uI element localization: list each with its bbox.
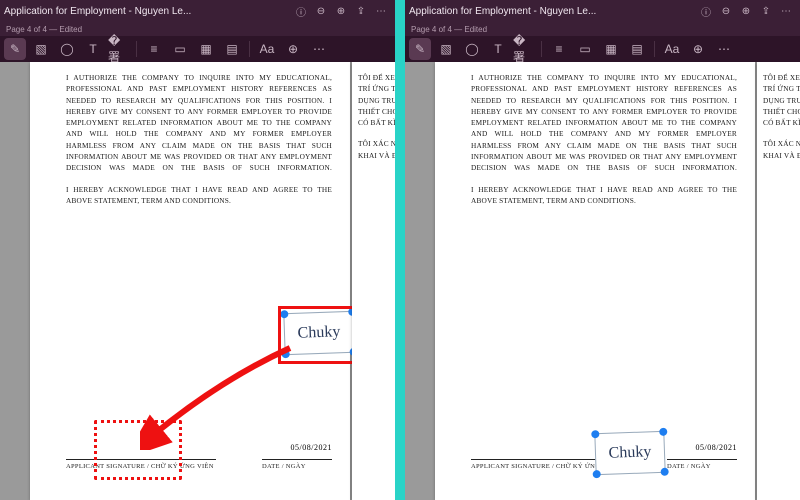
canvas[interactable]: I AUTHORIZE THE COMPANY TO INQUIRE INTO … [0,62,395,500]
text-tool-icon[interactable]: T [487,38,509,60]
resize-handle-icon[interactable] [591,430,599,438]
resize-handle-icon[interactable] [282,350,290,358]
resize-handle-icon[interactable] [593,470,601,478]
share-icon[interactable]: ⇪ [351,1,371,21]
authorization-paragraph: I AUTHORIZE THE COMPANY TO INQUIRE INTO … [471,72,737,174]
window-titlebar: Application for Employment - Nguyen Le..… [405,0,800,22]
authorization-paragraph: I AUTHORIZE THE COMPANY TO INQUIRE INTO … [66,72,332,174]
table-tool-icon[interactable]: ▤ [626,38,648,60]
grid-tool-icon[interactable]: ▦ [600,38,622,60]
table-tool-icon[interactable]: ▤ [221,38,243,60]
resize-handle-icon[interactable] [659,428,667,436]
note-tool-icon[interactable]: ▭ [169,38,191,60]
adjacent-page-text: TÔI ĐỂ XEM XÉT KHẢ NĂ TRÍ ỨNG TUYỂN. ĐỒN… [763,72,800,171]
font-tool-icon[interactable]: Aa [256,38,278,60]
share-icon[interactable]: ⇪ [756,1,776,21]
acknowledge-paragraph: I HEREBY ACKNOWLEDGE THAT I HAVE READ AN… [66,184,332,207]
toolbar-separator [654,41,655,57]
side-block: TÔI ĐỂ XEM XÉT KHẢ NĂ TRÍ ỨNG TUYỂN. ĐỒN… [763,72,800,128]
add-tool-icon[interactable]: ⊕ [687,38,709,60]
canvas[interactable]: I AUTHORIZE THE COMPANY TO INQUIRE INTO … [405,62,800,500]
list-tool-icon[interactable]: ≡ [548,38,570,60]
window-title: Application for Employment - Nguyen Le..… [4,6,291,17]
toolbar-separator [249,41,250,57]
date-value: 05/08/2021 [291,443,332,452]
toolbar-separator [541,41,542,57]
date-value: 05/08/2021 [696,443,737,452]
page-indicator: Page 4 of 4 — Edited [405,22,800,36]
date-label: DATE / NGÀY [262,459,332,470]
date-label: DATE / NGÀY [667,459,737,470]
acknowledge-paragraph: I HEREBY ACKNOWLEDGE THAT I HAVE READ AN… [471,184,737,207]
signature-tool-icon[interactable]: �署 [513,38,535,60]
document-page[interactable]: I AUTHORIZE THE COMPANY TO INQUIRE INTO … [435,62,755,500]
side-block: TÔI ĐỂ XEM XÉT KHẢ NĂ TRÍ ỨNG TUYỂN. ĐỒN… [358,72,395,128]
adjacent-page: TÔI ĐỂ XEM XÉT KHẢ NĂ TRÍ ỨNG TUYỂN. ĐỒN… [352,62,395,500]
info-icon[interactable]: ⓘ [291,1,311,21]
signature-object[interactable]: Chuky [283,311,354,355]
signature-tool-icon[interactable]: �署 [108,38,130,60]
zoom-in-icon[interactable]: ⊕ [736,1,756,21]
window-titlebar: Application for Employment - Nguyen Le..… [0,0,395,22]
editor-pane-after: Application for Employment - Nguyen Le..… [405,0,800,500]
overflow-icon[interactable]: ⋯ [308,38,330,60]
zoom-out-icon[interactable]: ⊖ [311,1,331,21]
grid-tool-icon[interactable]: ▦ [195,38,217,60]
editor-pane-before: Application for Employment - Nguyen Le..… [0,0,395,500]
document-body: I AUTHORIZE THE COMPANY TO INQUIRE INTO … [66,72,332,216]
pen-tool-icon[interactable]: ✎ [4,38,26,60]
zoom-in-icon[interactable]: ⊕ [331,1,351,21]
note-tool-icon[interactable]: ▭ [574,38,596,60]
adjacent-page-text: TÔI ĐỂ XEM XÉT KHẢ NĂ TRÍ ỨNG TUYỂN. ĐỒN… [358,72,395,171]
annotation-drop-target [94,420,182,480]
side-block: TÔI XÁC NHẬN RẰNG T KHAI VÀ ĐIỀU KHOẢN N [763,138,800,161]
adjacent-page: TÔI ĐỂ XEM XÉT KHẢ NĂ TRÍ ỨNG TUYỂN. ĐỒN… [757,62,800,500]
signature-object[interactable]: Chuky [594,431,665,475]
more-icon[interactable]: ⋯ [371,1,391,21]
crop-tool-icon[interactable]: ▧ [435,38,457,60]
signature-text: Chuky [297,323,340,342]
text-tool-icon[interactable]: T [82,38,104,60]
resize-handle-icon[interactable] [280,310,288,318]
toolbar-separator [136,41,137,57]
markup-toolbar: ✎ ▧ ◯ T �署 ≡ ▭ ▦ ▤ Aa ⊕ ⋯ [0,36,395,62]
resize-handle-icon[interactable] [661,468,669,476]
window-title: Application for Employment - Nguyen Le..… [409,6,696,17]
more-icon[interactable]: ⋯ [776,1,796,21]
signature-text: Chuky [608,443,651,462]
side-block: TÔI XÁC NHẬN RẰNG T KHAI VÀ ĐIỀU KHOẢN N [358,138,395,161]
info-icon[interactable]: ⓘ [696,1,716,21]
shape-tool-icon[interactable]: ◯ [56,38,78,60]
markup-toolbar: ✎ ▧ ◯ T �署 ≡ ▭ ▦ ▤ Aa ⊕ ⋯ [405,36,800,62]
crop-tool-icon[interactable]: ▧ [30,38,52,60]
list-tool-icon[interactable]: ≡ [143,38,165,60]
page-indicator: Page 4 of 4 — Edited [0,22,395,36]
overflow-icon[interactable]: ⋯ [713,38,735,60]
pen-tool-icon[interactable]: ✎ [409,38,431,60]
document-page[interactable]: I AUTHORIZE THE COMPANY TO INQUIRE INTO … [30,62,350,500]
zoom-out-icon[interactable]: ⊖ [716,1,736,21]
font-tool-icon[interactable]: Aa [661,38,683,60]
shape-tool-icon[interactable]: ◯ [461,38,483,60]
add-tool-icon[interactable]: ⊕ [282,38,304,60]
document-body: I AUTHORIZE THE COMPANY TO INQUIRE INTO … [471,72,737,216]
